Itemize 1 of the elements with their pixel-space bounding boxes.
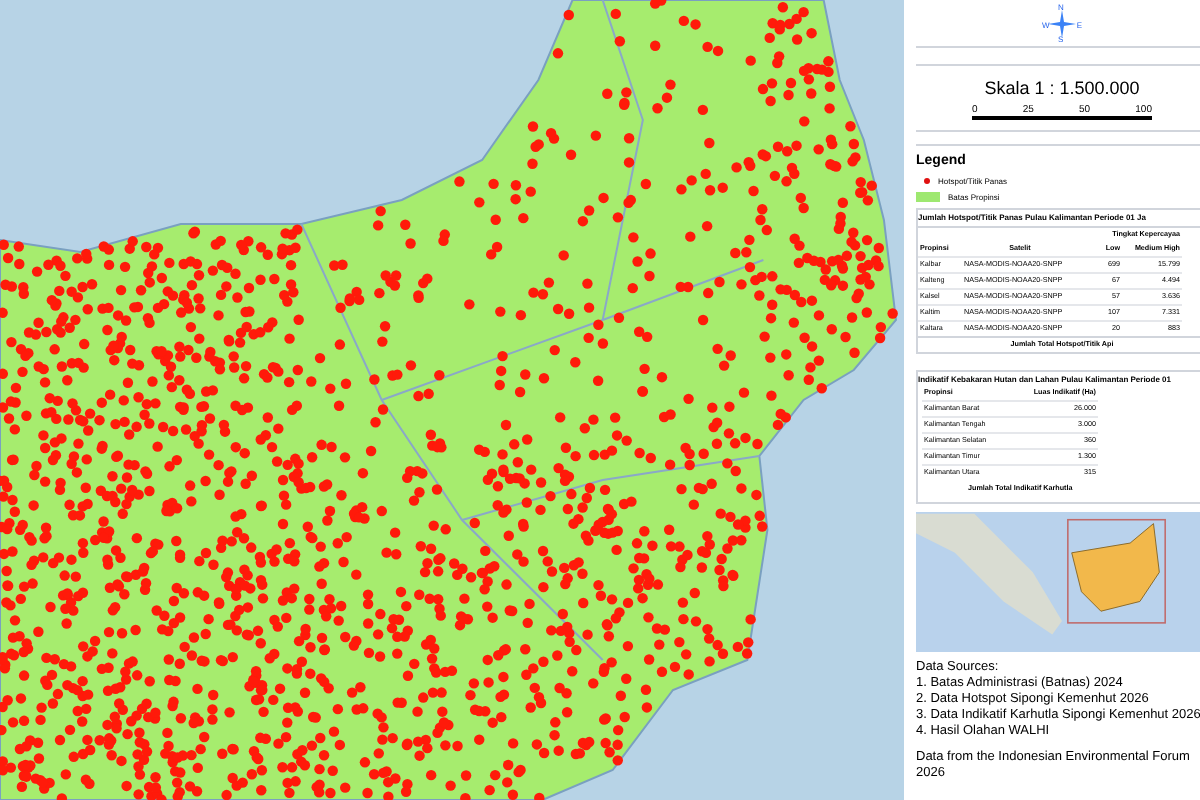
scale-label: Skala 1 : 1.500.000 bbox=[984, 75, 1140, 102]
